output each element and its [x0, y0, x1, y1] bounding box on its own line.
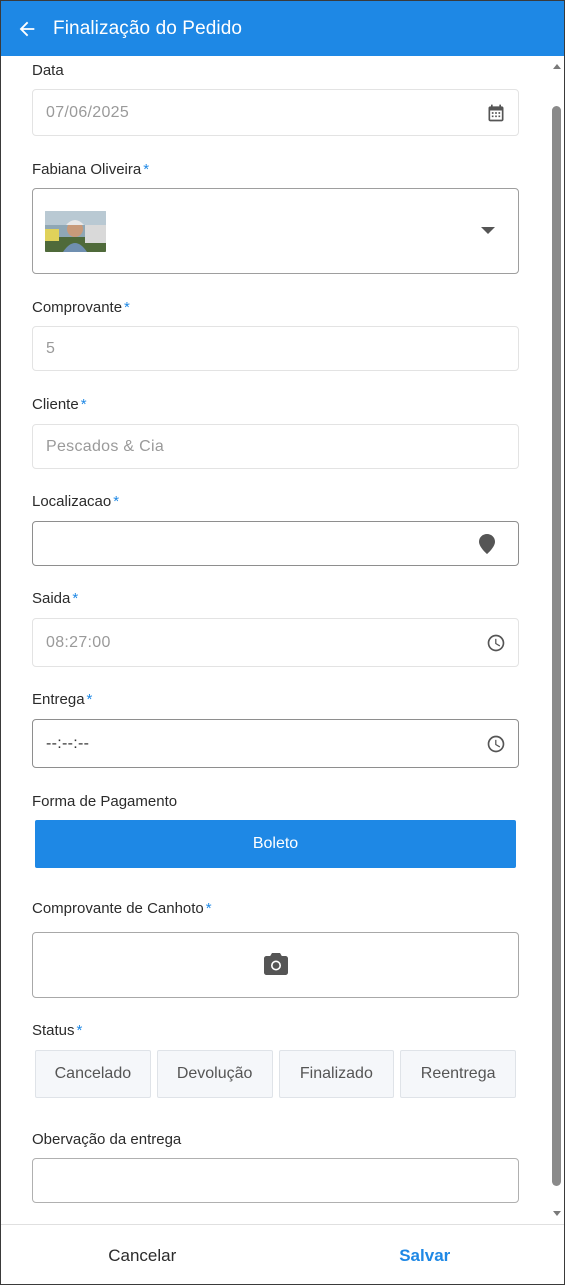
map-pin-icon[interactable]: [477, 533, 497, 554]
driver-select[interactable]: [32, 188, 519, 274]
delivery-field[interactable]: --:--:--: [32, 719, 519, 768]
save-button[interactable]: Salvar: [284, 1225, 565, 1284]
departure-field[interactable]: 08:27:00: [32, 618, 519, 667]
receipt-value: 5: [46, 339, 56, 357]
app-window: Finalização do Pedido Data 07/06/2025 Fa…: [0, 0, 565, 1285]
arrow-left-icon: [19, 21, 35, 36]
departure-label: Saida *: [32, 590, 79, 607]
status-options: Cancelado Devolução Finalizado Reentrega: [35, 1050, 516, 1098]
location-field[interactable]: [32, 521, 519, 566]
status-option-cancelado[interactable]: Cancelado: [35, 1050, 151, 1098]
clock-icon[interactable]: [486, 734, 506, 754]
page-title: Finalização do Pedido: [53, 17, 243, 39]
status-label: Status *: [32, 1022, 83, 1039]
receipt-label: Comprovante *: [32, 299, 130, 316]
driver-label: Fabiana Oliveira *: [32, 161, 150, 178]
top-app-bar: Finalização do Pedido: [1, 1, 564, 56]
avatar: [45, 211, 106, 252]
scroll-up-arrow[interactable]: [553, 64, 561, 69]
status-option-finalizado[interactable]: Finalizado: [278, 1050, 395, 1098]
scroll-down-arrow[interactable]: [553, 1211, 561, 1216]
notes-label: Obervação da entrega: [32, 1131, 182, 1148]
delivery-value: --:--:--: [46, 734, 90, 752]
client-value: Pescados & Cia: [46, 437, 165, 455]
date-label: Data: [32, 62, 64, 79]
camera-icon[interactable]: [264, 953, 288, 980]
receipt-field[interactable]: 5: [32, 326, 519, 371]
back-button[interactable]: [1, 1, 53, 56]
cancel-button[interactable]: Cancelar: [1, 1225, 284, 1284]
payment-method-button[interactable]: Boleto: [35, 820, 516, 868]
caret-down-icon[interactable]: [478, 221, 498, 241]
stub-label: Comprovante de Canhoto *: [32, 900, 212, 917]
departure-value: 08:27:00: [46, 633, 111, 651]
notes-input[interactable]: [32, 1158, 519, 1203]
client-field[interactable]: Pescados & Cia: [32, 424, 519, 469]
client-label: Cliente *: [32, 396, 87, 413]
payment-label: Forma de Pagamento: [32, 793, 178, 810]
stub-photo-field[interactable]: [32, 932, 519, 998]
date-value: 07/06/2025: [46, 103, 130, 121]
status-option-devolucao[interactable]: Devolução: [156, 1050, 273, 1098]
calendar-icon[interactable]: [486, 103, 506, 123]
clock-icon[interactable]: [486, 633, 506, 653]
date-field[interactable]: 07/06/2025: [32, 89, 519, 136]
scroll-thumb[interactable]: [552, 106, 561, 1186]
location-label: Localizacao *: [32, 493, 120, 510]
delivery-label: Entrega *: [32, 691, 93, 708]
status-option-reentrega[interactable]: Reentrega: [400, 1050, 516, 1098]
bottom-action-bar: Cancelar Salvar: [1, 1224, 565, 1284]
scrollbar[interactable]: [550, 56, 564, 1224]
